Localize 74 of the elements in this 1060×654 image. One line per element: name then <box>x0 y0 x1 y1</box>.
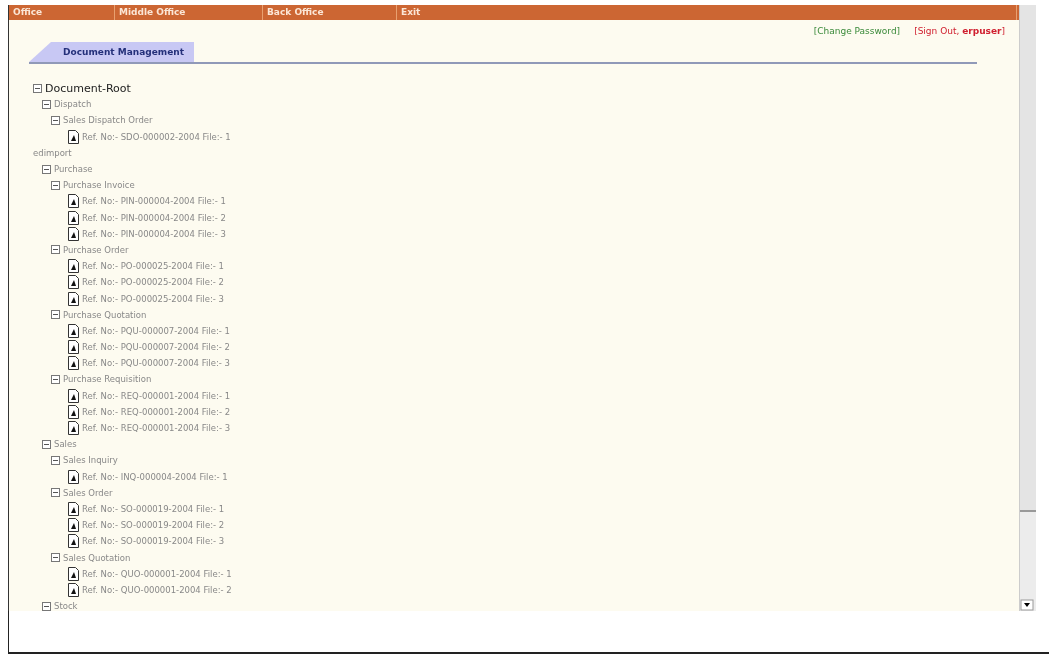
document-link[interactable]: Ref. No:- REQ-000001-2004 File:- 2 <box>82 406 231 417</box>
tab[interactable]: Document Management <box>29 42 194 62</box>
tree-node-label[interactable]: Purchase Requisition <box>63 374 152 385</box>
document-icon <box>68 469 79 484</box>
document-link[interactable]: Ref. No:- REQ-000001-2004 File:- 3 <box>82 423 231 434</box>
collapse-icon[interactable] <box>51 310 60 320</box>
document-icon <box>68 404 79 419</box>
tree-node-label[interactable]: Sales Quotation <box>63 552 131 563</box>
collapse-icon[interactable] <box>51 180 60 190</box>
collapse-icon[interactable] <box>51 455 60 465</box>
document-icon <box>68 275 79 290</box>
collapse-icon[interactable] <box>51 115 60 125</box>
collapse-icon[interactable] <box>42 601 51 611</box>
collapse-icon[interactable] <box>42 164 51 174</box>
document-link[interactable]: Ref. No:- PIN-000004-2004 File:- 1 <box>82 196 226 207</box>
tree-node-label[interactable]: Stock <box>54 601 78 611</box>
document-link[interactable]: Ref. No:- REQ-000001-2004 File:- 1 <box>82 390 231 401</box>
tree-node-label[interactable]: Document-Root <box>45 81 131 95</box>
tree-node-label[interactable]: Purchase Quotation <box>63 309 147 320</box>
tree-node-label[interactable]: Dispatch <box>54 99 92 110</box>
tree-node-label[interactable]: Sales <box>54 439 77 450</box>
document-icon <box>68 210 79 225</box>
tree-node-label[interactable]: Sales Inquiry <box>63 455 118 466</box>
document-icon <box>68 226 79 241</box>
collapse-icon[interactable] <box>42 439 51 449</box>
change-password-link[interactable]: [Change Password] <box>813 26 901 36</box>
collapse-icon[interactable] <box>51 553 60 563</box>
scrollbar[interactable] <box>1019 5 1036 611</box>
tree-node-label[interactable]: Purchase Order <box>63 244 129 255</box>
document-icon <box>68 421 79 436</box>
document-icon <box>68 534 79 549</box>
collapse-icon[interactable] <box>51 488 60 498</box>
document-link[interactable]: Ref. No:- INQ-000004-2004 File:- 1 <box>82 471 228 482</box>
tree-node-label[interactable]: edimport <box>33 147 72 158</box>
document-link[interactable]: Ref. No:- PO-000025-2004 File:- 3 <box>82 293 224 304</box>
document-icon <box>68 582 79 597</box>
document-icon <box>68 194 79 209</box>
document-link[interactable]: Ref. No:- PO-000025-2004 File:- 2 <box>82 277 224 288</box>
document-icon <box>68 129 79 144</box>
collapse-icon[interactable] <box>51 245 60 255</box>
tree-node-label[interactable]: Purchase Invoice <box>63 180 135 191</box>
document-icon <box>68 340 79 355</box>
document-icon <box>68 323 79 338</box>
collapse-icon[interactable] <box>33 83 42 93</box>
document-link[interactable]: Ref. No:- PQU-000007-2004 File:- 2 <box>82 342 230 353</box>
tree-node-label[interactable]: Purchase <box>54 164 93 175</box>
tree-node-label[interactable]: Sales Dispatch Order <box>63 115 153 126</box>
document-icon <box>68 518 79 533</box>
document-icon <box>68 291 79 306</box>
document-link[interactable]: Ref. No:- PQU-000007-2004 File:- 3 <box>82 358 230 369</box>
document-link[interactable]: Ref. No:- SDO-000002-2004 File:- 1 <box>82 131 231 142</box>
menu-item[interactable]: Exit <box>397 5 1017 20</box>
document-link[interactable]: Ref. No:- PQU-000007-2004 File:- 1 <box>82 325 230 336</box>
menu-item[interactable]: Office <box>9 5 115 20</box>
tree-node-label[interactable]: Sales Order <box>63 487 113 498</box>
menu-item[interactable]: Back Office <box>263 5 397 20</box>
collapse-icon[interactable] <box>42 99 51 109</box>
document-link[interactable]: Ref. No:- QUO-000001-2004 File:- 2 <box>82 584 232 595</box>
document-link[interactable]: Ref. No:- SO-000019-2004 File:- 2 <box>82 520 225 531</box>
document-icon <box>68 356 79 371</box>
document-link[interactable]: Ref. No:- SO-000019-2004 File:- 3 <box>82 536 225 547</box>
menu-item[interactable]: Middle Office <box>115 5 263 20</box>
document-link[interactable]: Ref. No:- PIN-000004-2004 File:- 2 <box>82 212 226 223</box>
document-icon <box>68 388 79 403</box>
document-link[interactable]: Ref. No:- PIN-000004-2004 File:- 3 <box>82 228 226 239</box>
document-link[interactable]: Ref. No:- QUO-000001-2004 File:- 1 <box>82 568 232 579</box>
collapse-icon[interactable] <box>51 374 60 384</box>
document-link[interactable]: Ref. No:- SO-000019-2004 File:- 1 <box>82 503 225 514</box>
document-link[interactable]: Ref. No:- PO-000025-2004 File:- 1 <box>82 261 224 272</box>
sign-out-link[interactable]: [Sign Out, erpuser] <box>914 26 1005 36</box>
document-icon <box>68 501 79 516</box>
scroll-down-icon[interactable] <box>1020 599 1034 611</box>
document-icon <box>68 259 79 274</box>
document-icon <box>68 566 79 581</box>
